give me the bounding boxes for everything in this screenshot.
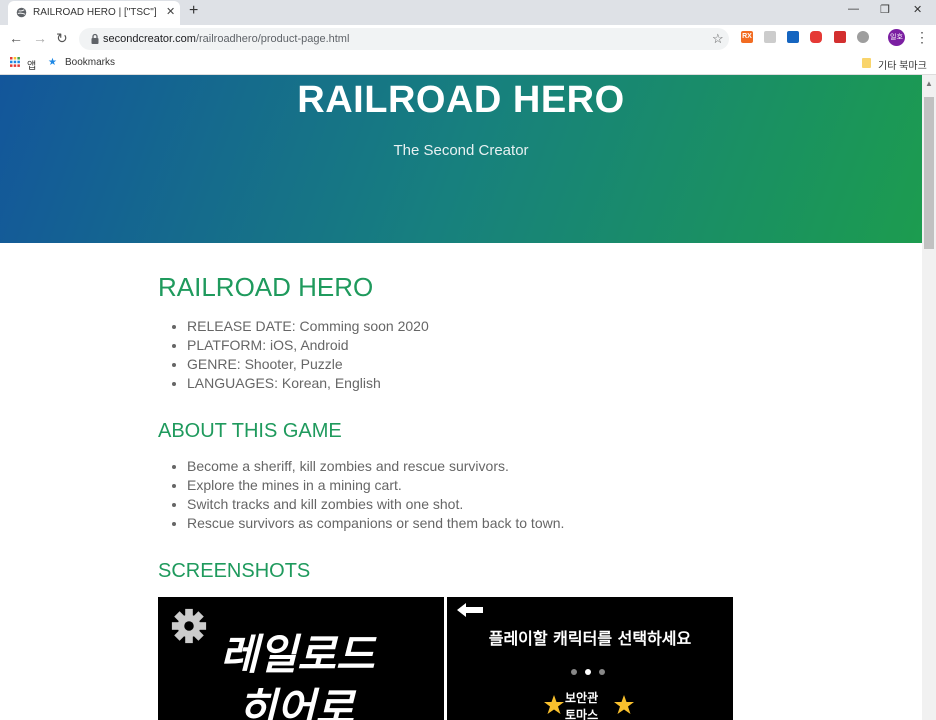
tab-title: RAILROAD HERO | ["TSC"] [33, 7, 157, 18]
game-logo-line2: 히어로 [238, 684, 354, 720]
menu-dots-icon[interactable]: ⋮ [915, 29, 929, 46]
url-text: secondcreator.com/railroadhero/product-p… [103, 33, 349, 45]
pdf-extension-icon[interactable] [834, 31, 846, 43]
character-name: 보안관토마스 [565, 690, 598, 720]
carousel-dot-active [585, 669, 591, 675]
new-tab-icon[interactable]: + [189, 2, 198, 20]
hero-banner: RAILROAD HERO The Second Creator [0, 75, 922, 243]
bookmark-star-icon[interactable]: ☆ [712, 31, 724, 47]
back-arrow-icon [457, 603, 483, 617]
character-name-line1: 보안관 [565, 691, 599, 705]
restore-icon[interactable]: ❐ [880, 3, 890, 16]
game-logo-line1: 레일로드 [220, 630, 375, 679]
folder-icon [861, 57, 872, 71]
tab-strip: RAILROAD HERO | ["TSC"] ✕ + — ❐ ✕ [0, 0, 936, 25]
about-item: Rescue survivors as companions or send t… [187, 514, 564, 533]
profile-avatar[interactable]: 일호 [888, 29, 905, 46]
character-name-line2: 토마스 [565, 708, 599, 720]
info-languages: LANGUAGES: Korean, English [187, 374, 429, 393]
compass-extension-icon[interactable] [857, 31, 869, 43]
about-list: Become a sheriff, kill zombies and rescu… [158, 457, 564, 533]
back-arrow-icon[interactable]: ← [9, 30, 23, 46]
screenshots-heading: SCREENSHOTS [158, 560, 311, 582]
lock-icon [91, 33, 99, 44]
screenshot-character-select[interactable]: 플레이할 캐릭터를 선택하세요 보안관토마스 [447, 597, 733, 720]
lock-extension-icon[interactable] [787, 31, 799, 43]
info-platform: PLATFORM: iOS, Android [187, 336, 429, 355]
youtube-extension-icon[interactable] [810, 31, 822, 43]
info-genre: GENRE: Shooter, Puzzle [187, 355, 429, 374]
scroll-up-arrow-icon[interactable]: ▲ [925, 79, 933, 88]
info-release-date: RELEASE DATE: Comming soon 2020 [187, 317, 429, 336]
apps-grid-icon[interactable] [10, 57, 20, 70]
carousel-dot [599, 669, 605, 675]
about-item: Switch tracks and kill zombies with one … [187, 495, 564, 514]
bookmarks-label[interactable]: Bookmarks [65, 57, 115, 68]
bookmarks-star-icon: ★ [48, 57, 57, 68]
page-scrollbar[interactable]: ▲ [922, 75, 936, 720]
scroll-thumb[interactable] [924, 97, 934, 249]
forward-arrow-icon[interactable]: → [33, 30, 47, 46]
about-item: Explore the mines in a mining cart. [187, 476, 564, 495]
tab-close-icon[interactable]: ✕ [166, 5, 175, 18]
rx-extension-icon[interactable]: RX [741, 31, 753, 43]
browser-toolbar: ← → ↻ secondcreator.com/railroadhero/pro… [0, 25, 936, 53]
bookmarks-bar: 앱 ★ Bookmarks 기타 북마크 [0, 53, 936, 75]
about-heading: ABOUT THIS GAME [158, 420, 342, 442]
gear-icon [171, 608, 207, 644]
url-path: /railroadhero/product-page.html [195, 33, 350, 45]
info-list: RELEASE DATE: Comming soon 2020 PLATFORM… [158, 317, 429, 393]
globe-icon [16, 7, 27, 18]
about-item: Become a sheriff, kill zombies and rescu… [187, 457, 564, 476]
hero-title: RAILROAD HERO [297, 79, 625, 121]
apps-label[interactable]: 앱 [27, 57, 36, 72]
url-domain: secondcreator.com [103, 33, 196, 45]
character-select-heading: 플레이할 캐릭터를 선택하세요 [488, 629, 692, 648]
carousel-dot [571, 669, 577, 675]
sheriff-star-icon [614, 695, 634, 714]
screenshot-title[interactable]: 레일로드 히어로 [158, 597, 444, 720]
page-viewport: RAILROAD HERO The Second Creator RAILROA… [0, 75, 922, 720]
screen-extension-icon[interactable] [764, 31, 776, 43]
other-bookmarks-label[interactable]: 기타 북마크 [878, 57, 927, 72]
address-bar[interactable]: secondcreator.com/railroadhero/product-p… [79, 28, 729, 50]
window-close-icon[interactable]: ✕ [913, 3, 922, 16]
tab-active[interactable]: RAILROAD HERO | ["TSC"] ✕ [8, 1, 180, 25]
hero-subtitle: The Second Creator [393, 142, 529, 159]
product-title: RAILROAD HERO [158, 272, 374, 302]
carousel-dots [571, 662, 613, 680]
sheriff-star-icon [544, 695, 564, 714]
screenshots-gallery: 레일로드 히어로 플레이할 캐릭터를 선택하세요 보안관토마스 [158, 597, 734, 720]
minimize-icon[interactable]: — [848, 3, 859, 15]
reload-icon[interactable]: ↻ [56, 30, 68, 47]
